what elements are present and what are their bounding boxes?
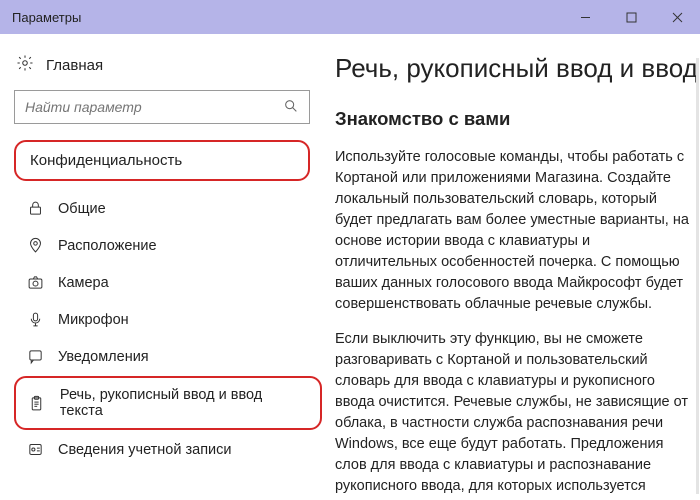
category-header-privacy: Конфиденциальность <box>14 140 310 181</box>
sidebar-item-label: Уведомления <box>58 349 149 365</box>
home-label: Главная <box>46 57 103 74</box>
sidebar-item-label: Камера <box>58 275 109 291</box>
location-icon <box>26 237 44 254</box>
search-icon <box>283 98 299 117</box>
window-title: Параметры <box>12 10 81 25</box>
search-input[interactable] <box>25 99 283 115</box>
sidebar-item-microphone[interactable]: Микрофон <box>14 302 322 337</box>
microphone-icon <box>26 311 44 328</box>
gear-icon <box>16 54 34 76</box>
sidebar-item-camera[interactable]: Камера <box>14 265 322 300</box>
sidebar-item-notifications[interactable]: Уведомления <box>14 339 322 374</box>
sidebar-item-label: Общие <box>58 201 106 217</box>
lock-icon <box>26 200 44 217</box>
category-label: Конфиденциальность <box>30 152 182 169</box>
paragraph-1: Используйте голосовые команды, чтобы раб… <box>335 147 690 315</box>
sidebar-item-general[interactable]: Общие <box>14 191 322 226</box>
paragraph-2: Если выключить эту функцию, вы не сможет… <box>335 329 690 500</box>
content-pane: Речь, рукописный ввод и ввод текста Знак… <box>325 34 700 500</box>
minimize-button[interactable] <box>562 0 608 34</box>
sidebar-item-label: Речь, рукописный ввод и ввод текста <box>60 387 308 419</box>
page-title: Речь, рукописный ввод и ввод текста <box>335 50 690 88</box>
maximize-button[interactable] <box>608 0 654 34</box>
camera-icon <box>26 274 44 291</box>
sidebar-item-location[interactable]: Расположение <box>14 228 322 263</box>
sidebar-item-speech[interactable]: Речь, рукописный ввод и ввод текста <box>14 376 322 430</box>
search-box[interactable] <box>14 90 310 124</box>
close-button[interactable] <box>654 0 700 34</box>
scrollbar[interactable] <box>696 58 699 494</box>
sidebar-item-label: Микрофон <box>58 312 129 328</box>
titlebar: Параметры <box>0 0 700 34</box>
clipboard-icon <box>28 395 46 412</box>
account-icon <box>26 441 44 458</box>
sidebar-item-label: Сведения учетной записи <box>58 442 232 458</box>
sidebar-item-label: Расположение <box>58 238 157 254</box>
notification-icon <box>26 348 44 365</box>
home-link[interactable]: Главная <box>14 48 319 88</box>
sidebar: Главная Конфиденциальность Общие Располо… <box>0 34 325 500</box>
section-heading: Знакомство с вами <box>335 106 690 133</box>
sidebar-item-account[interactable]: Сведения учетной записи <box>14 432 322 467</box>
